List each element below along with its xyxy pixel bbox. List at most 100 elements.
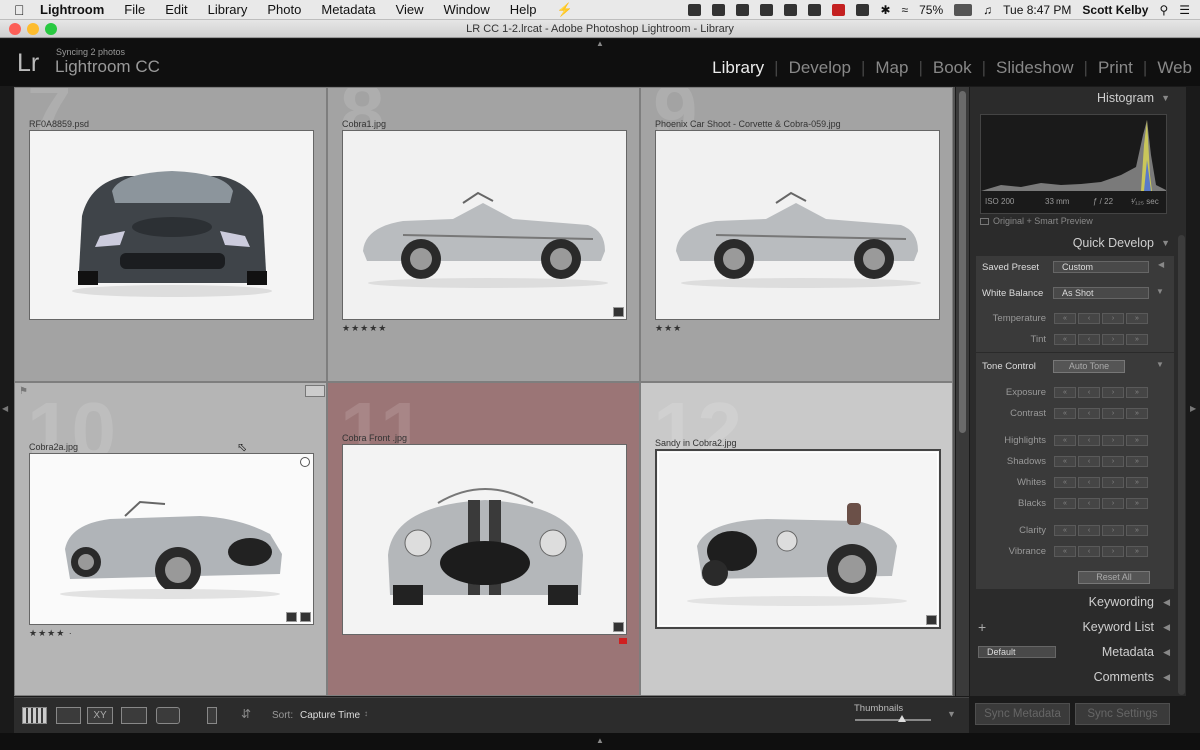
photo-thumbnail[interactable] [29,453,314,625]
minimize-window-button[interactable] [27,23,39,35]
thumbnail-size-slider[interactable] [855,719,931,721]
grid-cell[interactable]: 10 ⚑ Cobra2a.jpg ★★★★ · ⬁ [14,382,327,696]
sort-dropdown[interactable]: Capture Time [300,710,360,721]
histogram-header[interactable]: Histogram ▼ [970,87,1180,109]
disclosure-down-icon[interactable]: ▼ [1156,287,1164,296]
disclosure-left-icon[interactable]: ◀ [1158,260,1164,269]
module-slideshow[interactable]: Slideshow [996,58,1074,78]
star-rating[interactable]: ★★★★★ [342,323,387,334]
scrollbar-thumb[interactable] [959,91,966,433]
saved-preset-dropdown[interactable]: Custom [1053,261,1149,273]
collection-badge-icon[interactable] [286,612,297,622]
photo-thumbnail[interactable] [29,130,314,320]
grid-cell[interactable]: 11 Cobra Front .jpg [327,382,640,696]
select-circle-icon[interactable] [300,457,310,467]
bluetooth-icon[interactable]: ✱ [880,3,890,17]
spray-can-icon[interactable] [207,707,217,724]
zoom-window-button[interactable] [45,23,57,35]
highlights-stepper[interactable]: «‹ ›» [1054,435,1150,446]
survey-view-icon[interactable] [121,707,147,724]
menu-window[interactable]: Window [444,2,490,17]
comments-header[interactable]: Comments ◀ [970,666,1180,688]
metadata-preset-dropdown[interactable]: Default [978,646,1056,658]
clarity-stepper[interactable]: «‹ ›» [1054,525,1150,536]
slider-knob[interactable] [898,715,906,722]
add-keyword-icon[interactable]: + [978,616,986,638]
module-map[interactable]: Map [875,58,908,78]
module-develop[interactable]: Develop [789,58,851,78]
module-web[interactable]: Web [1157,58,1192,78]
photo-thumbnail[interactable] [342,444,627,635]
module-library[interactable]: Library [712,58,764,78]
contrast-stepper[interactable]: «‹ ›» [1054,408,1150,419]
expand-triangle-icon[interactable]: ◀ [1163,666,1170,688]
panel-scrollbar[interactable] [1178,235,1185,695]
vibrance-stepper[interactable]: «‹ ›» [1054,546,1150,557]
grid-cell[interactable]: 9 Phoenix Car Shoot - Corvette & Cobra-0… [640,87,953,382]
toolbar-options-icon[interactable]: ▼ [947,709,956,719]
menu-library[interactable]: Library [208,2,248,17]
menu-photo[interactable]: Photo [267,2,301,17]
collapse-triangle-icon[interactable]: ▼ [1161,87,1170,109]
white-balance-dropdown[interactable]: As Shot [1053,287,1149,299]
auto-tone-button[interactable]: Auto Tone [1053,360,1125,373]
dropbox-icon[interactable] [712,4,726,16]
whites-stepper[interactable]: «‹ ›» [1054,477,1150,488]
menu-help[interactable]: Help [510,2,537,17]
menu-edit[interactable]: Edit [165,2,187,17]
tint-stepper[interactable]: «‹ ›» [1054,334,1150,345]
expand-triangle-icon[interactable]: ◀ [1163,591,1170,613]
display-icon[interactable] [808,4,822,16]
apple-icon[interactable]:  [14,3,28,17]
spotlight-icon[interactable]: ⚲ [1159,3,1168,17]
blacks-stepper[interactable]: «‹ ›» [1054,498,1150,509]
collection-badge-icon[interactable] [613,622,624,632]
flag-icon[interactable]: ⚑ [19,386,28,397]
tray-icon[interactable] [688,4,702,16]
menu-file[interactable]: File [124,2,145,17]
user-name[interactable]: Scott Kelby [1082,3,1148,17]
develop-badge-icon[interactable] [613,307,624,317]
left-panel-toggle-icon[interactable]: ◀ [2,404,8,413]
grid-cell[interactable]: 12 Sandy in Cobra2.jpg [640,382,953,696]
temperature-stepper[interactable]: «‹ ›» [1054,313,1150,324]
disclosure-down-icon[interactable]: ▼ [1156,360,1164,369]
compare-view-icon[interactable]: XY [87,707,113,724]
red-label-icon[interactable] [619,638,627,644]
sort-direction-icon[interactable]: ⇵ [241,707,251,721]
right-panel-toggle-icon[interactable]: ▶ [1190,404,1196,413]
menu-view[interactable]: View [396,2,424,17]
grid-scrollbar[interactable] [956,87,969,696]
smart-preview-status[interactable]: Original + Smart Preview [980,216,1093,226]
shadows-stepper[interactable]: «‹ ›» [1054,456,1150,467]
camera-icon[interactable] [736,4,750,16]
photo-thumbnail[interactable] [342,130,627,320]
collapse-triangle-icon[interactable]: ▼ [1161,232,1170,254]
collapse-top-arrow-icon[interactable]: ▲ [596,39,604,48]
bolt-icon[interactable]: ⚡ [557,2,573,18]
quick-collection-icon[interactable] [305,385,325,397]
menu-metadata[interactable]: Metadata [321,2,375,17]
loupe-view-icon[interactable] [56,707,81,724]
close-window-button[interactable] [9,23,21,35]
notifications-icon[interactable]: ☰ [1179,3,1190,17]
cloud-icon[interactable] [784,4,798,16]
develop-badge-icon[interactable] [300,612,311,622]
clock[interactable]: Tue 8:47 PM [1003,3,1071,17]
reset-all-button[interactable]: Reset All [1078,571,1150,584]
module-print[interactable]: Print [1098,58,1133,78]
star-rating[interactable]: ★★★ [655,323,682,334]
exposure-stepper[interactable]: «‹ ›» [1054,387,1150,398]
sync-settings-button[interactable]: Sync Settings [1075,703,1170,725]
photo-thumbnail[interactable] [655,130,940,320]
star-rating[interactable]: ★★★★ · [29,628,73,639]
metadata-header[interactable]: Default Metadata ◀ [970,641,1180,663]
battery-icon[interactable] [954,4,973,16]
histogram-graph[interactable]: ISO 200 33 mm ƒ / 22 ¹⁄₁₂₅ sec [980,114,1167,214]
battery-percent[interactable]: 75% [919,3,943,17]
keyword-list-header[interactable]: + Keyword List ◀ [970,616,1180,638]
menu-app-name[interactable]: Lightroom [40,2,104,17]
expand-triangle-icon[interactable]: ◀ [1163,616,1170,638]
volume-icon[interactable]: ♫ [983,3,992,17]
photo-thumbnail[interactable] [655,449,941,629]
